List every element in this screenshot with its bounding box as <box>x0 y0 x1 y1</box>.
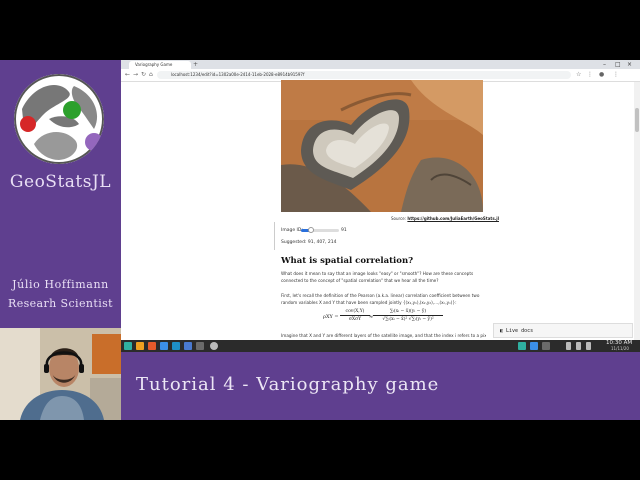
maximize-icon[interactable]: □ <box>615 60 621 69</box>
terminal-icon[interactable] <box>196 342 204 350</box>
source-prefix: Source: <box>391 216 407 221</box>
slider-label: Image ID: <box>281 228 303 233</box>
address-bar[interactable]: localhost:1234/edit?id=1302a00e-2414-11e… <box>157 71 571 79</box>
formula-rhs-numerator: ∑ᵢ(xᵢ − x̄)(yᵢ − ȳ) <box>389 309 427 314</box>
obs-icon[interactable] <box>210 342 218 350</box>
network-icon[interactable] <box>576 342 581 350</box>
reload-icon[interactable]: ↻ <box>141 70 146 80</box>
browser-tab[interactable]: Variography Game <box>129 61 191 69</box>
tray-icon-2[interactable] <box>530 342 538 350</box>
scrollbar-thumb[interactable] <box>635 108 639 132</box>
formula-rhs: ∑ᵢ(xᵢ − x̄)(yᵢ − ȳ) √∑ᵢ(xᵢ − x̄)² √∑ᵢ(yᵢ… <box>373 309 443 322</box>
home-icon[interactable]: ⌂ <box>149 70 153 80</box>
battery-icon[interactable] <box>586 342 591 350</box>
clock-date[interactable]: 11/11/20 <box>611 346 629 352</box>
formula-rhs-denominator: √∑ᵢ(xᵢ − x̄)² √∑ᵢ(yᵢ − ȳ)² <box>382 317 434 322</box>
slider-value: 91 <box>341 228 347 233</box>
files-icon[interactable] <box>136 342 144 350</box>
presenter-photo <box>0 328 121 420</box>
close-icon[interactable]: × <box>627 60 632 69</box>
formula-middle: cov(X,Y) σXσY <box>340 309 370 322</box>
tutorial-title: Tutorial 4 - Variography game <box>136 374 440 395</box>
firefox-icon[interactable] <box>148 342 156 350</box>
slider-handle[interactable] <box>307 227 314 233</box>
live-docs-label: Live docs <box>506 328 534 334</box>
logo-red-dot <box>20 116 36 132</box>
editor-icon[interactable] <box>184 342 192 350</box>
app-icon[interactable] <box>172 342 180 350</box>
image-source: Source: https://github.com/JuliaEarth/Ge… <box>391 216 499 221</box>
source-link[interactable]: https://github.com/JuliaEarth/GeoStats.j… <box>407 216 499 221</box>
chrome-icon[interactable] <box>160 342 168 350</box>
formula-lhs: ρXY = <box>323 314 339 320</box>
paragraph-intro: What does it mean to say that an image l… <box>281 271 474 283</box>
profile-icon[interactable]: ● <box>599 70 604 80</box>
webcam-feed <box>0 328 121 420</box>
minimize-icon[interactable]: – <box>603 60 606 69</box>
volume-icon[interactable] <box>566 342 571 350</box>
new-tab-button[interactable]: + <box>193 61 198 69</box>
back-icon[interactable]: ← <box>125 70 130 80</box>
browser-window: Variography Game + – □ × ← → ↻ ⌂ localho… <box>121 60 640 340</box>
tray-icon-1[interactable] <box>518 342 526 350</box>
section-heading: What is spatial correlation? <box>281 256 414 266</box>
geostats-logo <box>14 74 104 164</box>
tab-bar <box>121 60 640 69</box>
presenter-role: Researh Scientist <box>8 297 113 310</box>
brand-name: GeoStatsJL <box>9 172 112 192</box>
widget-border <box>274 222 278 250</box>
start-menu-icon[interactable] <box>124 342 132 350</box>
tray-icon-3[interactable] <box>542 342 550 350</box>
satellite-image-graphic <box>281 80 483 212</box>
formula-mid-denominator: σXσY <box>348 317 362 322</box>
paragraph-pearson: First, let's recall the definition of th… <box>281 293 480 305</box>
satellite-image <box>281 80 483 212</box>
logo-graphic <box>14 74 104 164</box>
live-docs-button[interactable]: ◧ Live docs <box>493 323 633 338</box>
presenter-name: Júlio Hoffimann <box>12 278 109 291</box>
extensions-icon[interactable]: ⋮ <box>587 70 593 80</box>
paragraph-imagine: Imagine that X and Y are different layer… <box>281 333 486 338</box>
suggested-ids: Suggested: 91, 407, 214 <box>281 240 337 245</box>
forward-icon[interactable]: → <box>133 70 138 80</box>
star-icon[interactable]: ☆ <box>576 70 581 80</box>
formula-mid-numerator: cov(X,Y) <box>345 309 365 314</box>
logo-green-dot <box>63 101 81 119</box>
menu-icon[interactable]: ⋮ <box>613 70 619 80</box>
